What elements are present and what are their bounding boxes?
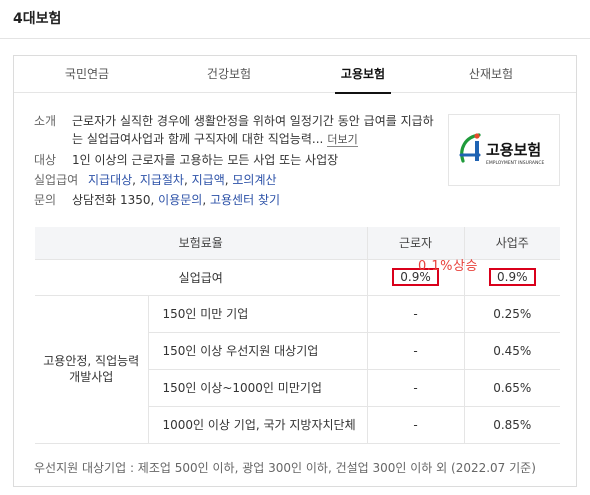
unemployment-row: 실업급여 지급대상, 지급절차, 지급액, 모의계산 <box>34 173 277 187</box>
table-row: 고용안정, 직업능력 개발사업 150인 미만 기업 - 0.25% <box>35 295 561 444</box>
employer-rate-highlight: 0.9% <box>489 268 536 286</box>
rates-table: 보험료율 근로자 사업주 실업급여 0.9% 0.9% 고용안정, 직업능력 개… <box>35 227 561 444</box>
tab-employment-insurance[interactable]: 고용보험 <box>335 56 391 94</box>
target-text: 1인 이상의 근로자를 고용하는 모든 사업 또는 사업장 <box>72 153 339 167</box>
divider <box>0 38 590 39</box>
employer-rate: 0.65% <box>463 369 561 407</box>
target-label: 대상 <box>34 153 57 167</box>
row-label: 150인 미만 기업 <box>147 295 368 333</box>
logo-subtext: EMPLOYMENT INSURANCE <box>486 160 544 166</box>
logo-icon: 고용보험 EMPLOYMENT INSURANCE <box>459 133 544 166</box>
section-title: 4대보험 <box>13 11 62 27</box>
employer-rate: 0.45% <box>463 332 561 370</box>
contact-row: 문의 상담전화 1350, 이용문의, 고용센터 찾기 <box>34 193 281 207</box>
row-label: 150인 이상~1000인 미만기업 <box>147 369 368 407</box>
insurance-card: 국민연금 건강보험 고용보험 산재보험 소개 근로자가 실직한 경우에 생활안정… <box>13 55 577 487</box>
tab-health-insurance[interactable]: 건강보험 <box>174 56 284 93</box>
logo-text: 고용보험 <box>486 141 541 159</box>
contact-label: 문의 <box>34 193 57 207</box>
employer-rate: 0.25% <box>463 295 561 333</box>
worker-rate: - <box>366 406 465 444</box>
tab-industrial-accident[interactable]: 산재보험 <box>436 56 546 93</box>
group-label: 고용안정, 직업능력 개발사업 <box>35 295 148 444</box>
worker-rate: - <box>366 332 465 370</box>
worker-rate: - <box>366 295 465 333</box>
link-find-center[interactable]: 고용센터 찾기 <box>210 193 280 207</box>
row-label: 실업급여 <box>35 259 368 296</box>
link-eligibility[interactable]: 지급대상 <box>88 173 132 187</box>
employment-insurance-logo: 고용보험 EMPLOYMENT INSURANCE <box>448 114 560 186</box>
table-row: 실업급여 0.9% 0.9% <box>35 259 561 296</box>
unemployment-label: 실업급여 <box>34 173 79 187</box>
rate-increase-annotation: 0.1%상승 <box>418 259 478 274</box>
link-amount[interactable]: 지급액 <box>192 173 225 187</box>
info-section: 소개 근로자가 실직한 경우에 생활안정을 위하여 일정기간 동안 급여를 지급… <box>34 112 434 209</box>
more-link[interactable]: 더보기 <box>327 133 358 147</box>
intro-text: 근로자가 실직한 경우에 생활안정을 위하여 일정기간 동안 급여를 지급하는 … <box>72 114 434 146</box>
contact-phone: 상담전화 1350 <box>72 193 151 207</box>
intro-label: 소개 <box>34 114 57 128</box>
insurance-tabs: 국민연금 건강보험 고용보험 산재보험 <box>14 56 576 94</box>
tab-national-pension[interactable]: 국민연금 <box>32 56 142 93</box>
intro-row: 소개 근로자가 실직한 경우에 생활안정을 위하여 일정기간 동안 급여를 지급… <box>34 112 434 150</box>
link-simulation[interactable]: 모의계산 <box>232 173 276 187</box>
employer-rate: 0.85% <box>463 406 561 444</box>
header-rate: 보험료율 <box>35 227 368 260</box>
link-inquiry[interactable]: 이용문의 <box>158 193 202 207</box>
footer-note: 우선지원 대상기업 : 제조업 500인 이하, 광업 300인 이하, 건설업… <box>34 461 536 475</box>
target-row: 대상 1인 이상의 근로자를 고용하는 모든 사업 또는 사업장 <box>34 151 434 169</box>
header-employer: 사업주 <box>463 227 561 260</box>
worker-rate: - <box>366 369 465 407</box>
link-procedure[interactable]: 지급절차 <box>140 173 184 187</box>
row-label: 150인 이상 우선지원 대상기업 <box>147 332 368 370</box>
row-label: 1000인 이상 기업, 국가 지방자치단체 <box>147 406 368 444</box>
